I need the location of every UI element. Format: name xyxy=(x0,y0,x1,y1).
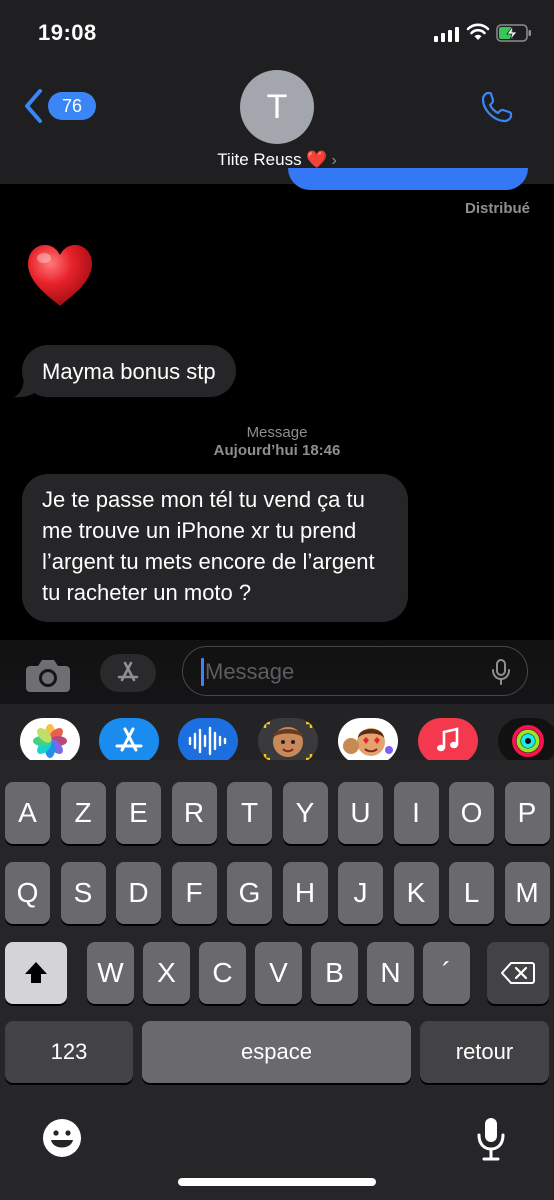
key[interactable]: V xyxy=(255,942,302,1004)
audio-message-app-icon[interactable] xyxy=(178,718,238,764)
key[interactable]: S xyxy=(60,862,106,924)
key[interactable]: B xyxy=(311,942,358,1004)
shift-key[interactable] xyxy=(5,942,67,1004)
battery-charging-icon xyxy=(496,24,531,42)
phone-icon[interactable] xyxy=(480,90,514,124)
incoming-message-bubble[interactable]: Je te passe mon tél tu vend ça tu me tro… xyxy=(22,474,408,622)
key[interactable]: K xyxy=(393,862,439,924)
microphone-icon[interactable] xyxy=(491,658,511,686)
back-button[interactable]: 76 xyxy=(22,88,96,124)
chevron-left-icon xyxy=(25,89,42,123)
space-key[interactable]: espace xyxy=(142,1021,411,1083)
message-input[interactable]: Message xyxy=(182,646,528,696)
music-note-icon xyxy=(437,727,459,752)
incoming-message-bubble[interactable]: Mayma bonus stp xyxy=(22,345,236,397)
dictation-mic-icon[interactable] xyxy=(476,1116,506,1162)
backspace-key[interactable] xyxy=(487,942,549,1004)
return-key[interactable]: retour xyxy=(420,1021,549,1083)
timestamp-time: Aujourd’hui 18:46 xyxy=(213,442,341,459)
key[interactable]: J xyxy=(338,862,383,924)
activity-app-icon[interactable] xyxy=(498,718,554,764)
heart-emoji[interactable] xyxy=(24,240,96,312)
camera-icon[interactable] xyxy=(24,656,72,694)
key[interactable]: O xyxy=(449,782,494,844)
numbers-key[interactable]: 123 xyxy=(5,1021,133,1083)
keyboard: AZERTYUIOP QSDFGHJKLM W X C V B N ´ 123 espace… xyxy=(0,760,554,1200)
wifi-icon xyxy=(466,23,490,40)
key[interactable]: X xyxy=(143,942,190,1004)
status-time: 19:08 xyxy=(38,20,97,45)
key[interactable]: E xyxy=(116,782,161,844)
key[interactable]: F xyxy=(171,862,217,924)
app-store-icon xyxy=(117,661,139,682)
activity-rings-icon xyxy=(512,725,544,757)
memoji-app-icon[interactable] xyxy=(258,718,318,764)
shift-icon xyxy=(25,962,47,983)
message-placeholder: Message xyxy=(205,659,295,684)
key[interactable]: D xyxy=(116,862,161,924)
key[interactable]: ´ xyxy=(423,942,470,1004)
contact-name-button[interactable]: Tiite Reuss ❤️ › xyxy=(0,150,554,170)
key[interactable]: H xyxy=(282,862,328,924)
memoji-icon xyxy=(263,721,313,761)
compose-bar: Message xyxy=(0,640,554,704)
key[interactable]: A xyxy=(5,782,50,844)
key[interactable]: W xyxy=(87,942,134,1004)
key[interactable]: G xyxy=(227,862,272,924)
emoji-icon[interactable] xyxy=(42,1118,82,1158)
key[interactable]: M xyxy=(504,862,550,924)
text-cursor xyxy=(201,658,204,686)
outgoing-message-bubble[interactable] xyxy=(288,168,528,190)
key[interactable]: Q xyxy=(5,862,50,924)
memoji-stickers-app-icon[interactable] xyxy=(338,718,398,764)
unread-count-badge: 76 xyxy=(48,92,96,120)
key[interactable]: N xyxy=(367,942,414,1004)
app-store-icon xyxy=(115,727,143,752)
home-indicator xyxy=(178,1178,376,1186)
key[interactable]: L xyxy=(449,862,494,924)
app-store-button[interactable] xyxy=(100,654,156,692)
conversation-header: 19:08 76 T Tiite Reuss ❤️ › xyxy=(0,0,554,184)
photos-icon xyxy=(33,724,67,758)
backspace-icon xyxy=(501,962,535,984)
key[interactable]: Y xyxy=(282,782,328,844)
contact-name: Tiite Reuss ❤️ xyxy=(217,150,328,169)
key[interactable]: T xyxy=(227,782,272,844)
waveform-icon xyxy=(188,726,227,756)
key[interactable]: I xyxy=(393,782,439,844)
key[interactable]: C xyxy=(199,942,246,1004)
key[interactable]: Z xyxy=(60,782,106,844)
timestamp-label: Message xyxy=(246,424,308,441)
message-timestamp: Message Aujourd’hui 18:46 xyxy=(0,424,554,460)
key[interactable]: U xyxy=(338,782,383,844)
app-store-app-icon[interactable] xyxy=(99,718,159,764)
contact-avatar[interactable]: T xyxy=(240,70,314,144)
key[interactable]: R xyxy=(171,782,217,844)
chevron-right-icon: › xyxy=(331,152,337,169)
cellular-signal-icon xyxy=(434,26,459,42)
photos-app-icon[interactable] xyxy=(20,718,80,764)
music-app-icon[interactable] xyxy=(418,718,478,764)
memoji-stickers-icon xyxy=(343,728,393,756)
delivered-status: Distribué xyxy=(464,200,530,217)
key[interactable]: P xyxy=(504,782,550,844)
